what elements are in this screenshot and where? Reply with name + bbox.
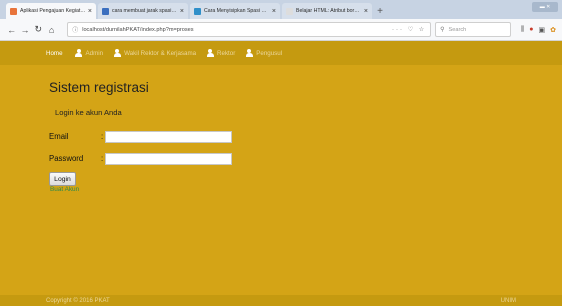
forward-arrow-icon[interactable]: → bbox=[19, 23, 30, 37]
menu-admin-label[interactable]: Admin bbox=[86, 50, 104, 57]
site-footer: Copyright © 2016 PKAT UNIM bbox=[0, 295, 562, 306]
user-icon bbox=[75, 49, 83, 57]
main-content: Sistem registrasi Login ke akun Anda Ema… bbox=[0, 65, 562, 295]
menu-home-label[interactable]: Home bbox=[46, 50, 63, 57]
tab-close-icon[interactable]: × bbox=[88, 8, 92, 15]
reload-icon[interactable]: ↻ bbox=[33, 23, 44, 37]
tab-favicon-icon bbox=[102, 7, 109, 15]
password-field[interactable] bbox=[105, 153, 232, 165]
search-placeholder: Search bbox=[448, 26, 467, 33]
tab-title: cara membuat jarak spasi di p... bbox=[112, 8, 178, 14]
menu-wakil-rektor[interactable]: Wakil Rektor & Kerjasama bbox=[113, 49, 196, 57]
tab-favicon-icon bbox=[286, 7, 293, 15]
toolbar-icons: ⫼ ● ▣ ✿ bbox=[521, 26, 556, 34]
tab-title: Aplikasi Pengajuan Kegiatan B... bbox=[20, 8, 86, 14]
email-label: Email bbox=[49, 132, 69, 141]
password-label: Password bbox=[49, 154, 84, 163]
tab-close-icon[interactable]: × bbox=[272, 8, 276, 15]
page-actions-icon[interactable]: ··· ♡ ☆ bbox=[392, 26, 426, 33]
menu-wakil-rektor-label[interactable]: Wakil Rektor & Kerjasama bbox=[124, 50, 196, 57]
url-text[interactable]: localhost/durnilahPKAT/index.php?m=prose… bbox=[82, 27, 392, 33]
footer-right-text: UNIM bbox=[500, 297, 516, 304]
login-button[interactable]: Login bbox=[49, 172, 76, 186]
menu-pengusul[interactable]: Pengusul bbox=[245, 49, 282, 57]
menu-admin[interactable]: Admin bbox=[75, 49, 104, 57]
page-title: Sistem registrasi bbox=[49, 80, 149, 95]
tab-close-icon[interactable]: × bbox=[364, 8, 368, 15]
search-icon: ⚲ bbox=[440, 27, 445, 33]
pocket-icon[interactable]: ● bbox=[529, 26, 533, 33]
new-tab-button[interactable]: + bbox=[374, 3, 386, 19]
create-account-link[interactable]: Buat Akun bbox=[50, 186, 79, 193]
extension-icon[interactable]: ✿ bbox=[550, 26, 556, 34]
tab-favicon-icon bbox=[10, 7, 17, 15]
user-icon bbox=[206, 49, 214, 57]
browser-tab-bar: Aplikasi Pengajuan Kegiatan B... × cara … bbox=[0, 0, 562, 19]
tab-close-icon[interactable]: × bbox=[180, 8, 184, 15]
email-colon: : bbox=[101, 132, 104, 141]
tab-favicon-icon bbox=[194, 7, 201, 15]
browser-nav-bar: ← → ↻ ⌂ ⓘ localhost/durnilahPKAT/index.p… bbox=[0, 19, 562, 41]
page-info-icon[interactable]: ⓘ bbox=[72, 25, 78, 34]
user-icon bbox=[245, 49, 253, 57]
tab-title: Cara Menyisipkan Spasi Dalam... bbox=[204, 8, 270, 14]
page-subtitle: Login ke akun Anda bbox=[55, 108, 122, 117]
password-colon: : bbox=[101, 154, 104, 163]
home-icon[interactable]: ⌂ bbox=[46, 23, 57, 37]
browser-tab-2[interactable]: Cara Menyisipkan Spasi Dalam... × bbox=[190, 3, 280, 19]
menu-pengusul-label[interactable]: Pengusul bbox=[256, 50, 282, 57]
address-bar[interactable]: ⓘ localhost/durnilahPKAT/index.php?m=pro… bbox=[67, 22, 432, 37]
browser-tab-1[interactable]: cara membuat jarak spasi di p... × bbox=[98, 3, 188, 19]
browser-tab-3[interactable]: Belajar HTML: Atribut borde... × bbox=[282, 3, 372, 19]
window-controls[interactable]: ▬ ✕ bbox=[532, 2, 558, 12]
sidebar-icon[interactable]: ▣ bbox=[539, 26, 546, 34]
tab-title: Belajar HTML: Atribut borde... bbox=[296, 8, 362, 14]
menu-home[interactable]: Home bbox=[46, 50, 63, 57]
browser-tab-0[interactable]: Aplikasi Pengajuan Kegiatan B... × bbox=[6, 3, 96, 19]
site-navbar: Home Admin Wakil Rektor & Kerjasama Rekt… bbox=[0, 41, 562, 65]
search-box[interactable]: ⚲ Search bbox=[435, 22, 512, 37]
menu-rektor[interactable]: Rektor bbox=[206, 49, 235, 57]
user-icon bbox=[113, 49, 121, 57]
email-field[interactable] bbox=[105, 131, 232, 143]
menu-rektor-label[interactable]: Rektor bbox=[217, 50, 235, 57]
library-icon[interactable]: ⫼ bbox=[521, 26, 524, 34]
footer-copyright: Copyright © 2016 PKAT bbox=[46, 297, 110, 304]
back-arrow-icon[interactable]: ← bbox=[6, 23, 17, 37]
